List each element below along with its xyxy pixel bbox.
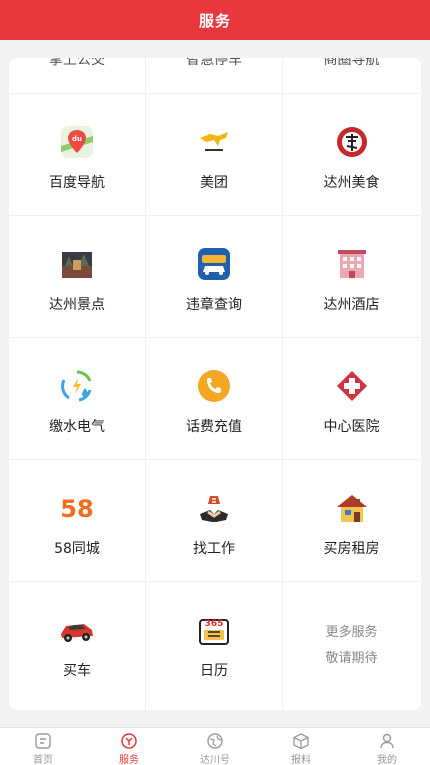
baidu-map-icon: du [57,122,97,162]
service-item-phone-recharge[interactable]: 话费充值 [146,338,283,460]
service-label: 百度导航 [49,175,105,191]
service-label: 中心医院 [323,419,380,435]
service-item-hospital[interactable]: 中心医院 [283,338,420,460]
user-icon [378,732,396,750]
tab-home[interactable]: 首页 [0,728,86,765]
service-item-find-job[interactable]: 找工作 [146,460,283,582]
service-item-58[interactable]: 58 58同城 [9,460,146,582]
tab-report[interactable]: 报料 [258,728,344,765]
calendar-logo-text: 365 [205,619,224,629]
scenic-icon [57,244,97,284]
tab-mine[interactable]: 我的 [344,728,430,765]
stay-tuned-text: 敬请期待 [325,651,378,666]
service-item-dazhou-food[interactable]: 达州美食 [283,94,420,216]
service-label: 商圈导航 [323,58,380,68]
service-item-dazhou-scenic[interactable]: 达州景点 [9,216,146,338]
58-logo-text: 58 [60,495,93,523]
service-item-dazhou-hotel[interactable]: 达州酒店 [283,216,420,338]
hospital-icon [332,366,372,406]
service-item-parking[interactable]: 智慧停车 [146,58,283,94]
utilities-icon [57,366,97,406]
service-item-mall[interactable]: 商圈导航 [283,58,420,94]
service-item-bus[interactable]: 掌上公交 [9,58,146,94]
service-item-house[interactable]: 买房租房 [283,460,420,582]
service-label: 买房租房 [323,541,380,557]
food-icon [332,122,372,162]
service-label: 美团 [200,175,228,191]
phone-recharge-icon [194,366,234,406]
tab-dachuan[interactable]: 达川号 [172,728,258,765]
service-label: 掌上公交 [49,58,105,68]
tab-label: 首页 [33,755,53,765]
svg-text:365: 365 [205,619,224,629]
service-label: 达州酒店 [323,297,380,313]
traffic-violation-icon [194,244,234,284]
job-icon [194,488,234,528]
service-label: 话费充值 [186,419,242,435]
service-label: 找工作 [193,541,235,557]
service-label: 日历 [200,663,228,679]
hotel-icon [332,244,372,284]
app-header: 服务 [0,0,430,40]
service-label: 达州景点 [49,297,105,313]
bottom-tab-bar: 首页 服务 达川号 报料 我的 [0,727,430,765]
service-label: 58同城 [54,541,100,557]
tab-label: 我的 [377,755,397,765]
page-title: 服务 [198,11,231,30]
service-label: 达州美食 [323,175,380,191]
svg-text:58: 58 [60,495,93,523]
house-icon [332,488,372,528]
service-label: 违章查询 [186,297,242,313]
service-label: 智慧停车 [186,58,242,68]
tab-label: 达川号 [200,755,230,765]
home-icon [34,732,52,750]
service-item-buy-car[interactable]: 买车 [9,582,146,710]
service-item-utilities[interactable]: 缴水电气 [9,338,146,460]
tab-label: 服务 [119,755,139,765]
car-icon [57,610,97,650]
service-icon [120,732,138,750]
service-item-meituan[interactable]: 美团 [146,94,283,216]
meituan-icon [194,122,234,162]
more-services-text: 更多服务 [325,625,378,640]
service-label: 缴水电气 [49,419,105,435]
tab-label: 报料 [291,755,311,765]
service-label: 买车 [63,663,91,679]
svg-text:du: du [72,135,82,143]
more-services-placeholder: 更多服务 敬请期待 [283,582,420,710]
service-item-traffic-violation[interactable]: 违章查询 [146,216,283,338]
service-item-baidu-nav[interactable]: du 百度导航 [9,94,146,216]
box-icon [292,732,310,750]
calendar-icon: 365 [194,610,234,650]
58-icon: 58 [57,488,97,528]
services-card: 掌上公交 智慧停车 商圈导航 du 百度导航 美团 达州美食 达州景点 违章查询… [9,58,421,710]
tab-service[interactable]: 服务 [86,728,172,765]
service-item-calendar[interactable]: 365 日历 [146,582,283,710]
globe-icon [206,732,224,750]
